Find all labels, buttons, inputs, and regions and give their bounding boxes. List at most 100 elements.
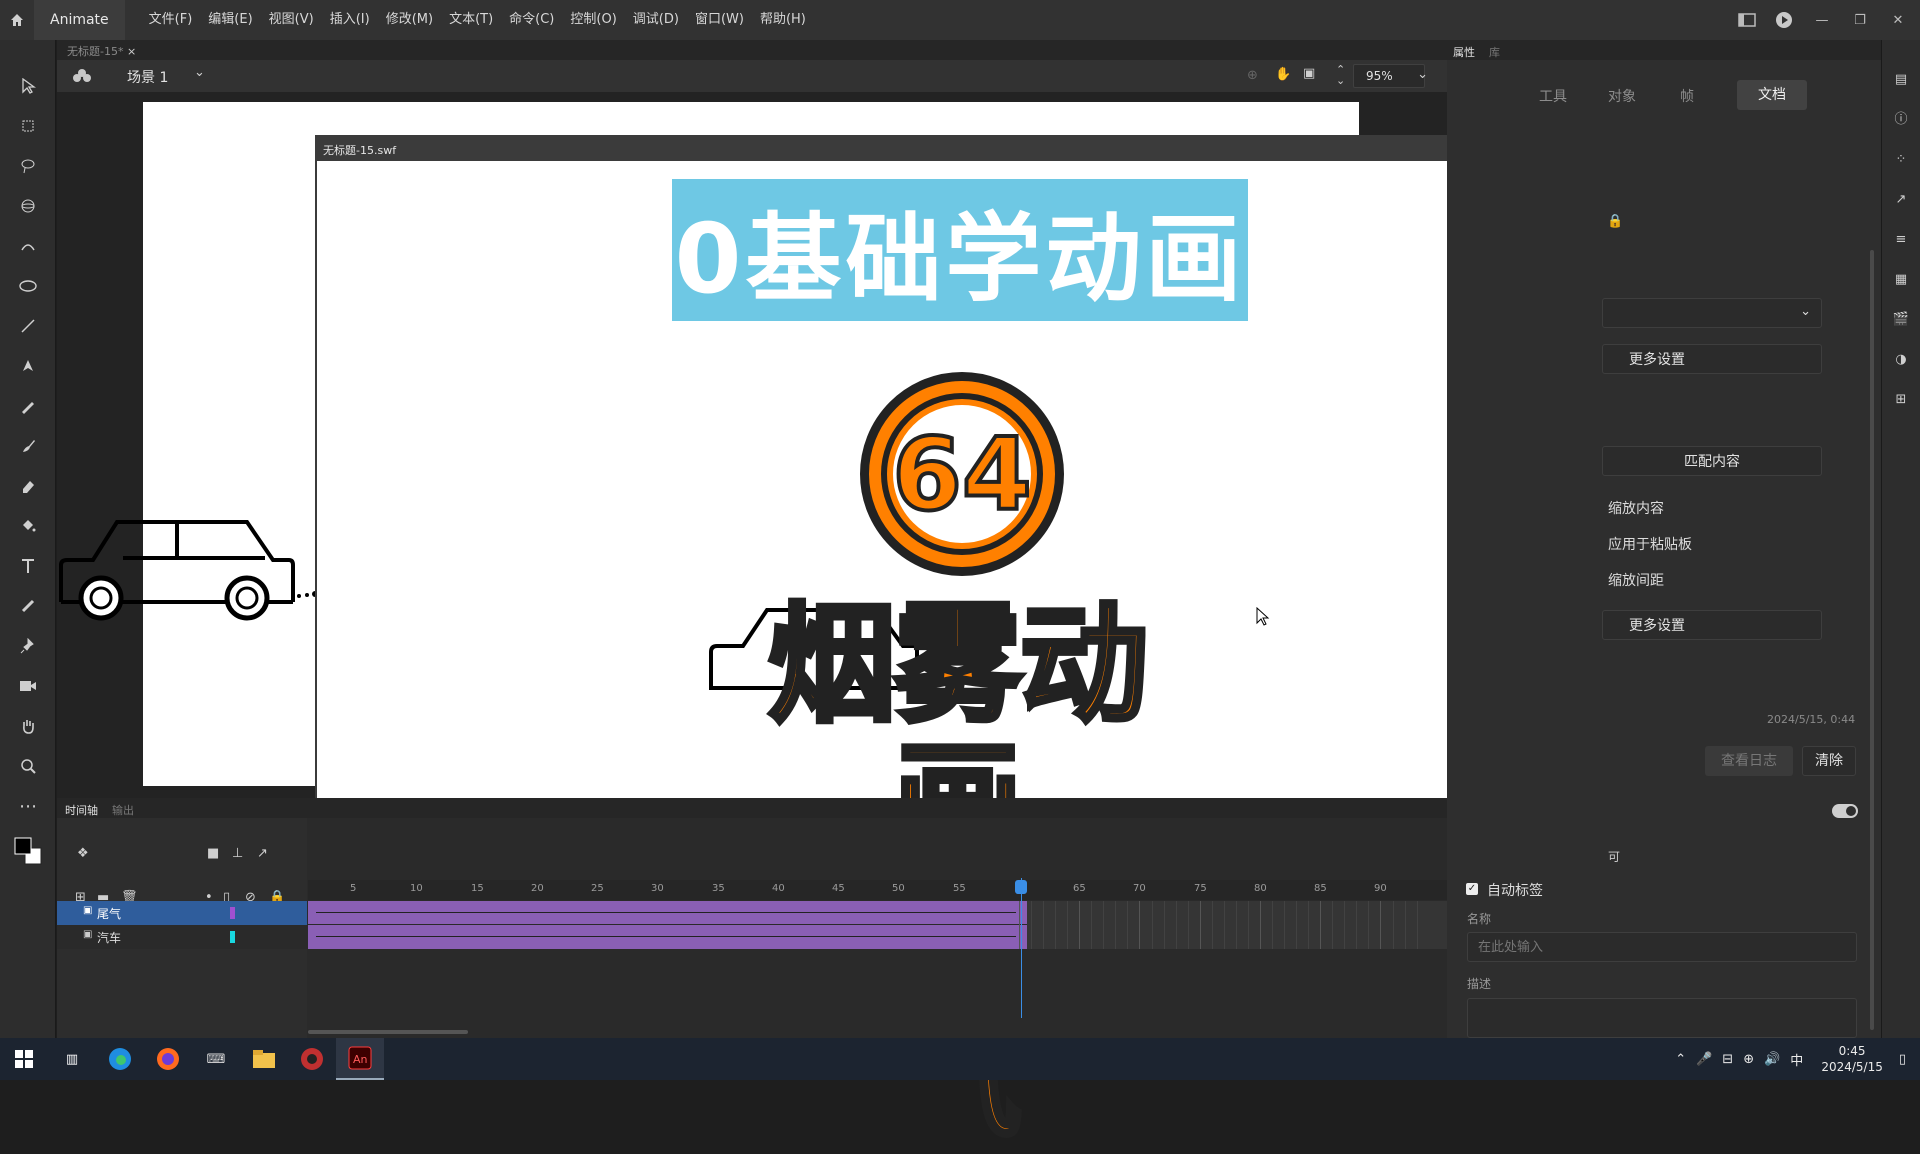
task-view-icon[interactable]: ▥: [48, 1038, 96, 1080]
network-icon[interactable]: ⊟: [1722, 1052, 1733, 1067]
zoom-stepper-icon[interactable]: ⌃ ⌄: [1336, 64, 1345, 86]
lock-aspect-icon[interactable]: 🔒: [1607, 214, 1623, 229]
line-tool-icon[interactable]: [0, 306, 56, 346]
panel-scrollbar[interactable]: [1870, 250, 1874, 1030]
tab-library[interactable]: 库: [1489, 44, 1500, 60]
layout-icon[interactable]: [1738, 13, 1756, 27]
car-graphic[interactable]: [57, 510, 327, 625]
layer-row[interactable]: ▣ 尾气: [57, 901, 307, 925]
swf-preview-window[interactable]: 无标题-15.swf – □ ✕ 0基础学动画 64 烟雾动画 汽车尾气: [315, 135, 1601, 1151]
tween-span[interactable]: [308, 925, 1027, 949]
clear-button[interactable]: 清除: [1802, 746, 1856, 776]
name-input[interactable]: [1467, 932, 1857, 962]
3d-rotation-tool-icon[interactable]: [0, 186, 56, 226]
game-app-icon[interactable]: [288, 1038, 336, 1080]
graph-icon[interactable]: ↗: [257, 846, 268, 861]
lasso-tool-icon[interactable]: [0, 146, 56, 186]
fit-stage-icon[interactable]: ▣: [1303, 66, 1315, 81]
pencil-tool-icon[interactable]: [0, 386, 56, 426]
asset-warp-tool-icon[interactable]: [0, 226, 56, 266]
tab-frame[interactable]: 帧: [1680, 86, 1694, 106]
eraser-tool-icon[interactable]: [0, 466, 56, 506]
menu-text[interactable]: 文本(T): [441, 0, 501, 40]
stroke-fill-colors[interactable]: [0, 826, 56, 876]
menu-debug[interactable]: 调试(D): [625, 0, 687, 40]
windows-start-icon[interactable]: [0, 1038, 48, 1080]
scene-icon[interactable]: [73, 68, 91, 84]
document-tab[interactable]: 无标题-15* ×: [67, 43, 136, 59]
more-settings-button-2[interactable]: 更多设置: [1602, 610, 1822, 640]
dropdown-select[interactable]: ⌄: [1602, 298, 1822, 328]
description-field[interactable]: [1467, 998, 1857, 1038]
auto-label-checkbox[interactable]: ✓: [1466, 883, 1478, 895]
oval-tool-icon[interactable]: [0, 266, 56, 306]
selection-tool-icon[interactable]: [0, 66, 56, 106]
pin-tool-icon[interactable]: [0, 626, 56, 666]
close-tab-icon[interactable]: ×: [127, 45, 136, 58]
pen-tool-icon[interactable]: [0, 346, 56, 386]
more-settings-button[interactable]: 更多设置: [1602, 344, 1822, 374]
motion-editor-icon[interactable]: ↗: [1882, 180, 1920, 220]
bone-tool-icon[interactable]: [0, 586, 56, 626]
scale-spacing-label[interactable]: 缩放间距: [1608, 570, 1664, 590]
restore-icon[interactable]: ❐: [1850, 13, 1870, 28]
info-icon[interactable]: ⓘ: [1882, 100, 1920, 140]
notifications-icon[interactable]: ▯: [1899, 1052, 1906, 1067]
clock[interactable]: 0:45 2024/5/15: [1821, 1043, 1883, 1075]
tab-document[interactable]: 文档: [1737, 80, 1807, 110]
menu-insert[interactable]: 插入(I): [322, 0, 378, 40]
motion-presets-icon[interactable]: ⁘: [1882, 140, 1920, 180]
hand-tool-icon[interactable]: [0, 706, 56, 746]
align-icon[interactable]: ≡: [1882, 220, 1920, 260]
scene-panel-icon[interactable]: 🎬: [1882, 300, 1920, 340]
brush-tool-icon[interactable]: [0, 426, 56, 466]
parenting-icon[interactable]: ⊥: [232, 846, 243, 861]
frames-area[interactable]: [308, 901, 1447, 949]
paint-bucket-tool-icon[interactable]: [0, 506, 56, 546]
tab-output[interactable]: 输出: [112, 802, 134, 818]
tray-chevron-icon[interactable]: ⌃: [1675, 1052, 1686, 1067]
menu-commands[interactable]: 命令(C): [501, 0, 562, 40]
color-icon[interactable]: ◑: [1882, 340, 1920, 380]
ime-indicator[interactable]: 中: [1790, 1050, 1803, 1069]
tab-properties[interactable]: 属性: [1453, 44, 1475, 60]
transform-icon[interactable]: ⊞: [1882, 380, 1920, 420]
camera-toggle-icon[interactable]: ■: [207, 846, 219, 861]
match-content-button[interactable]: 匹配内容: [1602, 446, 1822, 476]
tab-tool[interactable]: 工具: [1539, 86, 1567, 106]
free-transform-tool-icon[interactable]: [0, 106, 56, 146]
camera-tool-icon[interactable]: [0, 666, 56, 706]
test-movie-icon[interactable]: [1774, 10, 1794, 30]
home-icon[interactable]: [0, 0, 34, 40]
microphone-icon[interactable]: 🎤: [1696, 1052, 1712, 1067]
toggle-switch[interactable]: [1832, 804, 1858, 818]
menu-help[interactable]: 帮助(H): [752, 0, 814, 40]
close-icon[interactable]: ✕: [1888, 13, 1908, 28]
tab-timeline[interactable]: 时间轴: [65, 802, 98, 818]
clip-icon[interactable]: ⊕: [1247, 68, 1258, 83]
layer-row[interactable]: ▣ 汽车: [57, 925, 307, 949]
keyboard-icon[interactable]: ⌨: [192, 1038, 240, 1080]
components-icon[interactable]: ▦: [1882, 260, 1920, 300]
view-log-button[interactable]: 查看日志: [1705, 746, 1793, 776]
tab-object[interactable]: 对象: [1608, 86, 1636, 106]
playhead[interactable]: [1021, 878, 1022, 1018]
minimize-icon[interactable]: —: [1812, 13, 1832, 28]
layer-name[interactable]: 尾气: [97, 905, 121, 922]
properties-icon[interactable]: ▤: [1882, 60, 1920, 100]
scene-label[interactable]: 场景 1: [127, 67, 168, 87]
menu-file[interactable]: 文件(F): [141, 0, 201, 40]
timeline-scrollbar[interactable]: [308, 1030, 468, 1034]
text-tool-icon[interactable]: [0, 546, 56, 586]
more-tools-icon[interactable]: ⋯: [0, 786, 56, 826]
rotate-stage-icon[interactable]: ✋: [1275, 67, 1291, 82]
volume-icon[interactable]: 🔊: [1764, 1052, 1780, 1067]
swf-title-bar[interactable]: 无标题-15.swf – □ ✕: [317, 137, 1599, 161]
tween-span[interactable]: [308, 901, 1027, 925]
zoom-dropdown-icon[interactable]: ⌄: [1417, 67, 1428, 82]
animate-app-icon[interactable]: An: [336, 1038, 384, 1080]
layer-name[interactable]: 汽车: [97, 929, 121, 946]
layers-icon[interactable]: ❖: [77, 846, 89, 861]
layer-color-swatch[interactable]: [230, 931, 235, 943]
edge-browser-icon[interactable]: [96, 1038, 144, 1080]
